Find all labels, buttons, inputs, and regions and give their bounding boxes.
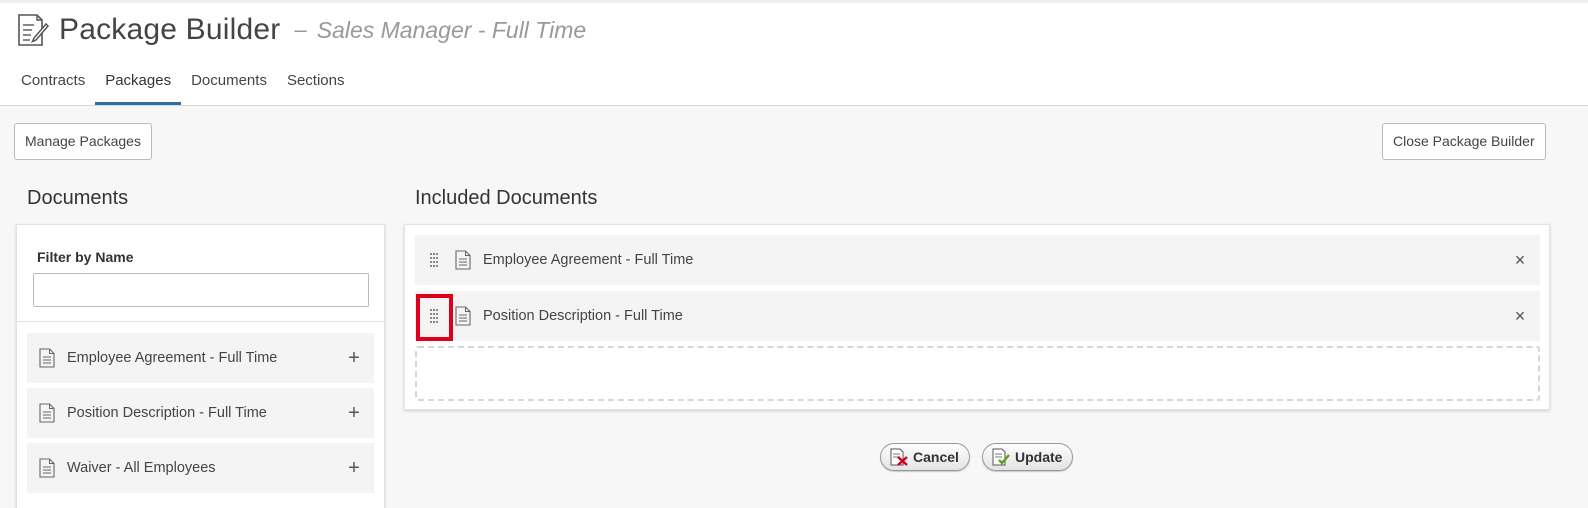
included-list-item: Position Description - Full Time × bbox=[415, 291, 1540, 341]
close-package-builder-button[interactable]: Close Package Builder bbox=[1382, 123, 1546, 160]
tab-contracts[interactable]: Contracts bbox=[11, 62, 95, 105]
document-icon bbox=[39, 458, 55, 478]
list-item-label: Employee Agreement - Full Time bbox=[67, 350, 278, 366]
included-documents-heading: Included Documents bbox=[415, 187, 598, 209]
filter-label: Filter by Name bbox=[37, 249, 134, 265]
drag-handle-icon[interactable] bbox=[425, 248, 443, 272]
document-icon bbox=[455, 250, 471, 270]
drop-zone[interactable] bbox=[415, 346, 1540, 401]
document-icon bbox=[455, 306, 471, 326]
tab-sections[interactable]: Sections bbox=[277, 62, 355, 105]
close-icon[interactable]: × bbox=[1500, 250, 1540, 271]
plus-icon[interactable]: + bbox=[334, 402, 374, 425]
included-item-label: Employee Agreement - Full Time bbox=[483, 252, 694, 268]
included-item-label: Position Description - Full Time bbox=[483, 308, 683, 324]
title-separator: – bbox=[294, 17, 307, 42]
plus-icon[interactable]: + bbox=[334, 347, 374, 370]
tab-documents[interactable]: Documents bbox=[181, 62, 277, 105]
list-item[interactable]: Waiver - All Employees + bbox=[27, 443, 374, 493]
document-icon bbox=[39, 348, 55, 368]
list-item[interactable]: Employee Agreement - Full Time + bbox=[27, 333, 374, 383]
filter-by-name-input[interactable] bbox=[33, 273, 369, 307]
update-icon bbox=[992, 448, 1010, 466]
document-edit-icon bbox=[18, 14, 49, 46]
plus-icon[interactable]: + bbox=[334, 457, 374, 480]
panel-divider bbox=[17, 321, 384, 322]
list-item[interactable]: Position Description - Full Time + bbox=[27, 388, 374, 438]
header-bar: Package Builder – Sales Manager - Full T… bbox=[0, 0, 1588, 106]
page-subtitle: Sales Manager - Full Time bbox=[316, 16, 587, 43]
close-icon[interactable]: × bbox=[1500, 306, 1540, 327]
document-icon bbox=[39, 403, 55, 423]
tab-packages[interactable]: Packages bbox=[95, 62, 182, 105]
list-item-label: Position Description - Full Time bbox=[67, 405, 267, 421]
update-button[interactable]: Update bbox=[982, 443, 1074, 471]
list-item-label: Waiver - All Employees bbox=[67, 460, 216, 476]
page-title-row: Package Builder – Sales Manager - Full T… bbox=[17, 12, 586, 48]
cancel-label: Cancel bbox=[913, 449, 959, 465]
page-title: Package Builder bbox=[59, 13, 281, 46]
tab-bar: Contracts Packages Documents Sections bbox=[11, 62, 355, 106]
included-list-item: Employee Agreement - Full Time × bbox=[415, 235, 1540, 285]
update-label: Update bbox=[1015, 449, 1063, 465]
cancel-icon bbox=[890, 448, 908, 466]
included-documents-panel: Employee Agreement - Full Time × Positio… bbox=[404, 224, 1550, 410]
top-border bbox=[0, 0, 1588, 3]
highlight-box bbox=[416, 294, 453, 341]
documents-panel: Filter by Name Employee Agreement - Full… bbox=[16, 224, 385, 508]
documents-heading: Documents bbox=[27, 187, 129, 209]
manage-packages-button[interactable]: Manage Packages bbox=[14, 123, 152, 160]
cancel-button[interactable]: Cancel bbox=[880, 443, 970, 471]
